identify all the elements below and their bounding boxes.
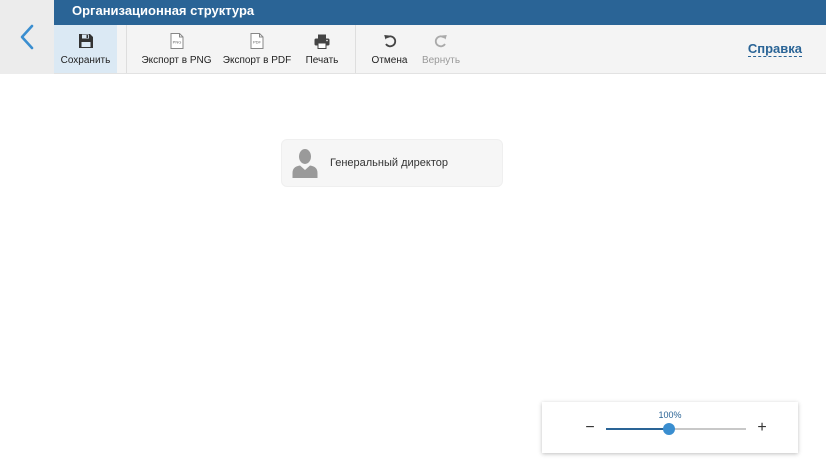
save-label: Сохранить	[60, 55, 111, 66]
zoom-panel: 100% − +	[542, 402, 798, 453]
redo-label: Вернуть	[421, 55, 461, 66]
page-title: Организационная структура	[54, 0, 826, 25]
org-node-general-director[interactable]: Генеральный директор	[282, 140, 502, 186]
back-button[interactable]	[0, 0, 54, 74]
zoom-in-button[interactable]: +	[754, 419, 770, 437]
export-pdf-label: Экспорт в PDF	[222, 55, 292, 66]
svg-text:PNG: PNG	[172, 40, 181, 45]
floppy-disk-icon	[78, 33, 94, 49]
export-pdf-button[interactable]: PDF Экспорт в PDF	[221, 25, 293, 73]
print-label: Печать	[305, 55, 339, 66]
export-png-label: Экспорт в PNG	[141, 55, 212, 66]
undo-icon	[383, 33, 397, 49]
png-file-icon: PNG	[170, 33, 184, 49]
person-icon	[292, 149, 318, 178]
zoom-slider-thumb[interactable]	[663, 423, 675, 435]
help-link[interactable]: Справка	[747, 41, 802, 57]
undo-button[interactable]: Отмена	[367, 25, 412, 73]
export-png-button[interactable]: PNG Экспорт в PNG	[139, 25, 214, 73]
zoom-slider-fill	[606, 428, 669, 430]
save-button[interactable]: Сохранить	[54, 25, 117, 73]
toolbar-divider	[126, 25, 127, 73]
toolbar-divider	[355, 25, 356, 73]
redo-button[interactable]: Вернуть	[418, 25, 464, 73]
svg-text:PDF: PDF	[253, 40, 262, 45]
pdf-file-icon: PDF	[250, 33, 264, 49]
zoom-out-button[interactable]: −	[582, 419, 598, 437]
org-structure-page: Организационная структура Сохранить PNG	[0, 0, 826, 476]
org-node-title: Генеральный директор	[330, 157, 448, 169]
redo-icon	[434, 33, 448, 49]
chevron-left-icon	[20, 24, 34, 50]
toolbar: Сохранить PNG Экспорт в PNG PDF Экспорт …	[54, 25, 826, 74]
undo-label: Отмена	[371, 55, 408, 66]
printer-icon	[314, 33, 330, 49]
zoom-slider-track[interactable]	[606, 423, 746, 435]
print-button[interactable]: Печать	[300, 25, 344, 73]
